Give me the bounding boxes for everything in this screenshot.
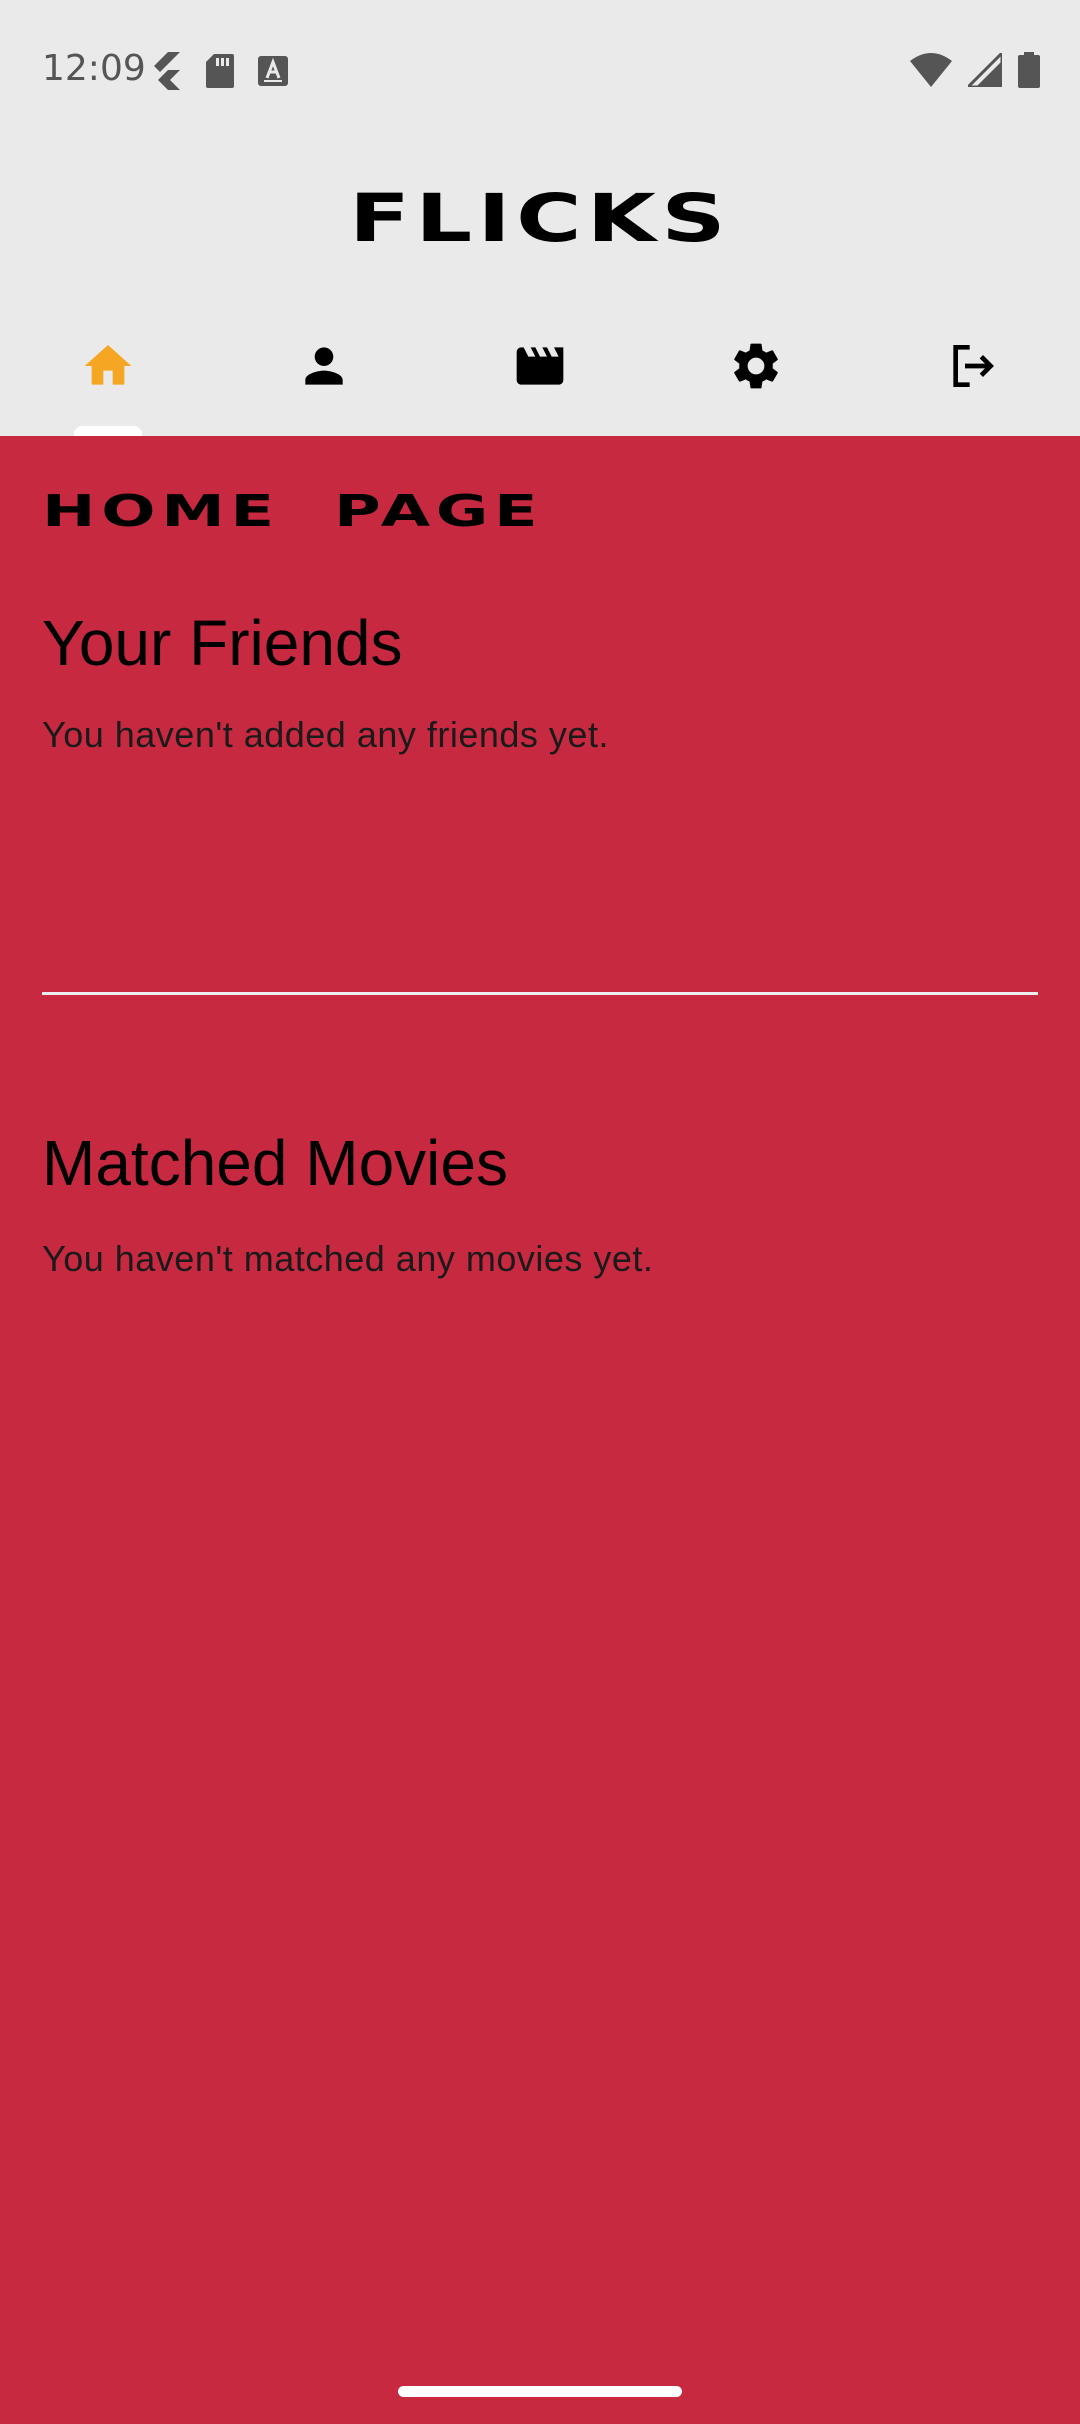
tab-bar [0, 300, 1080, 436]
cell-signal-icon [964, 49, 1004, 91]
tab-logout[interactable] [864, 300, 1080, 436]
tab-settings[interactable] [648, 300, 864, 436]
section-divider [42, 992, 1038, 995]
friends-section-title: Your Friends [42, 607, 403, 679]
movies-empty-text: You haven't matched any movies yet. [42, 1238, 654, 1279]
wifi-icon [910, 53, 952, 91]
friends-empty-text: You haven't added any friends yet. [42, 714, 609, 755]
home-content: HOME PAGE Your Friends You haven't added… [0, 436, 1080, 2424]
page-heading: HOME PAGE [42, 486, 544, 537]
keyboard-a-icon [258, 56, 288, 90]
tab-movies[interactable] [432, 300, 648, 436]
person-icon [296, 338, 352, 398]
battery-icon [1018, 52, 1040, 92]
sd-card-icon [206, 54, 234, 92]
clapperboard-icon [512, 338, 568, 398]
app-header: FLICKS [0, 140, 1080, 300]
home-icon [80, 338, 136, 398]
tab-home[interactable] [0, 300, 216, 436]
status-time: 12:09 [42, 48, 146, 89]
status-bar: 12:09 [0, 0, 1080, 140]
status-right-icons [910, 49, 1040, 92]
status-left-icons [148, 52, 288, 94]
app-title: FLICKS [349, 180, 731, 257]
flutter-icon [148, 52, 182, 94]
logout-icon [944, 338, 1000, 398]
active-tab-indicator [74, 426, 142, 436]
movies-section-title: Matched Movies [42, 1127, 508, 1199]
tab-profile[interactable] [216, 300, 432, 436]
home-gesture-bar[interactable] [398, 2386, 682, 2397]
gear-icon [728, 338, 784, 398]
